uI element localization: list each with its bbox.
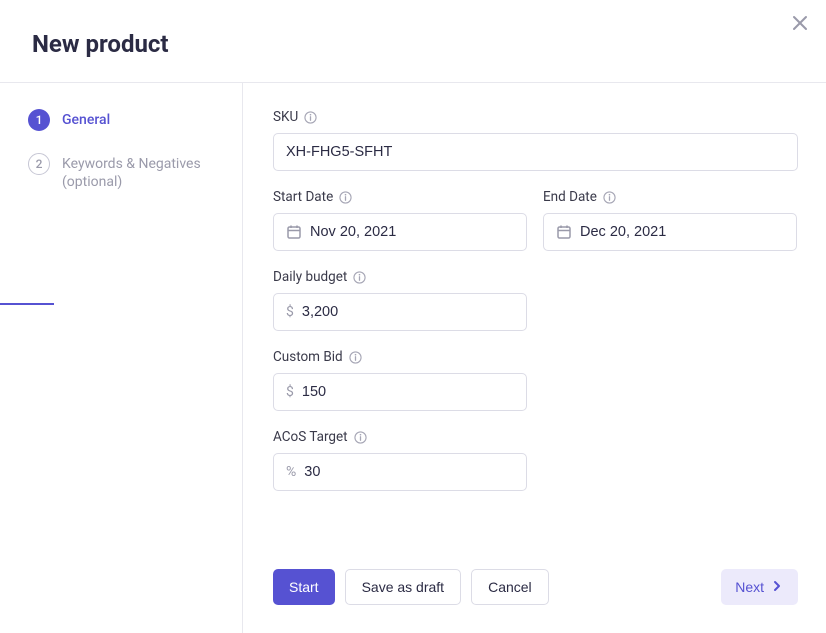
step-number-badge: 2	[28, 153, 50, 175]
chevron-right-icon	[770, 579, 784, 596]
daily-budget-label: Daily budget	[273, 269, 527, 285]
step-sublabel: (optional)	[62, 174, 201, 190]
label-text: ACoS Target	[273, 429, 348, 445]
daily-budget-input[interactable]: $	[273, 293, 527, 331]
info-icon[interactable]	[304, 111, 317, 124]
step-label: Keywords & Negatives	[62, 153, 201, 174]
acos-target-label: ACoS Target	[273, 429, 527, 445]
step-number-badge: 1	[28, 109, 50, 131]
step-keywords[interactable]: 2 Keywords & Negatives (optional)	[28, 153, 218, 190]
calendar-icon	[286, 224, 302, 240]
start-date-value[interactable]	[310, 224, 514, 240]
info-icon[interactable]	[354, 431, 367, 444]
page-title: New product	[32, 30, 794, 58]
end-date-value[interactable]	[580, 224, 784, 240]
acos-target-value[interactable]	[304, 464, 514, 480]
save-as-draft-button[interactable]: Save as draft	[345, 569, 462, 605]
sku-label: SKU	[273, 109, 798, 125]
start-date-label: Start Date	[273, 189, 527, 205]
end-date-label: End Date	[543, 189, 797, 205]
custom-bid-value[interactable]	[302, 384, 514, 400]
acos-target-input[interactable]: %	[273, 453, 527, 491]
close-icon[interactable]	[792, 15, 808, 31]
daily-budget-value[interactable]	[302, 304, 514, 320]
form-footer: Start Save as draft Cancel Next	[273, 551, 798, 633]
info-icon[interactable]	[349, 351, 362, 364]
calendar-icon	[556, 224, 572, 240]
next-button-label: Next	[735, 579, 764, 595]
form-area: SKU Start Date	[243, 83, 826, 633]
step-label: General	[62, 109, 110, 130]
dollar-prefix: $	[286, 384, 294, 400]
step-general[interactable]: 1 General	[28, 109, 218, 131]
sku-input[interactable]	[273, 133, 798, 171]
custom-bid-input[interactable]: $	[273, 373, 527, 411]
steps-sidebar: 1 General 2 Keywords & Negatives (option…	[0, 83, 243, 633]
label-text: End Date	[543, 189, 597, 205]
active-indicator	[0, 303, 54, 305]
info-icon[interactable]	[603, 191, 616, 204]
label-text: SKU	[273, 109, 298, 125]
start-date-input[interactable]	[273, 213, 527, 251]
start-button[interactable]: Start	[273, 569, 335, 605]
info-icon[interactable]	[353, 271, 366, 284]
cancel-button[interactable]: Cancel	[471, 569, 549, 605]
info-icon[interactable]	[339, 191, 352, 204]
label-text: Custom Bid	[273, 349, 343, 365]
label-text: Start Date	[273, 189, 333, 205]
next-button[interactable]: Next	[721, 569, 798, 605]
percent-prefix: %	[286, 464, 296, 480]
form-body: SKU Start Date	[273, 109, 798, 551]
content-area: 1 General 2 Keywords & Negatives (option…	[0, 83, 826, 633]
dollar-prefix: $	[286, 304, 294, 320]
modal-header: New product	[0, 0, 826, 83]
label-text: Daily budget	[273, 269, 347, 285]
end-date-input[interactable]	[543, 213, 797, 251]
custom-bid-label: Custom Bid	[273, 349, 527, 365]
